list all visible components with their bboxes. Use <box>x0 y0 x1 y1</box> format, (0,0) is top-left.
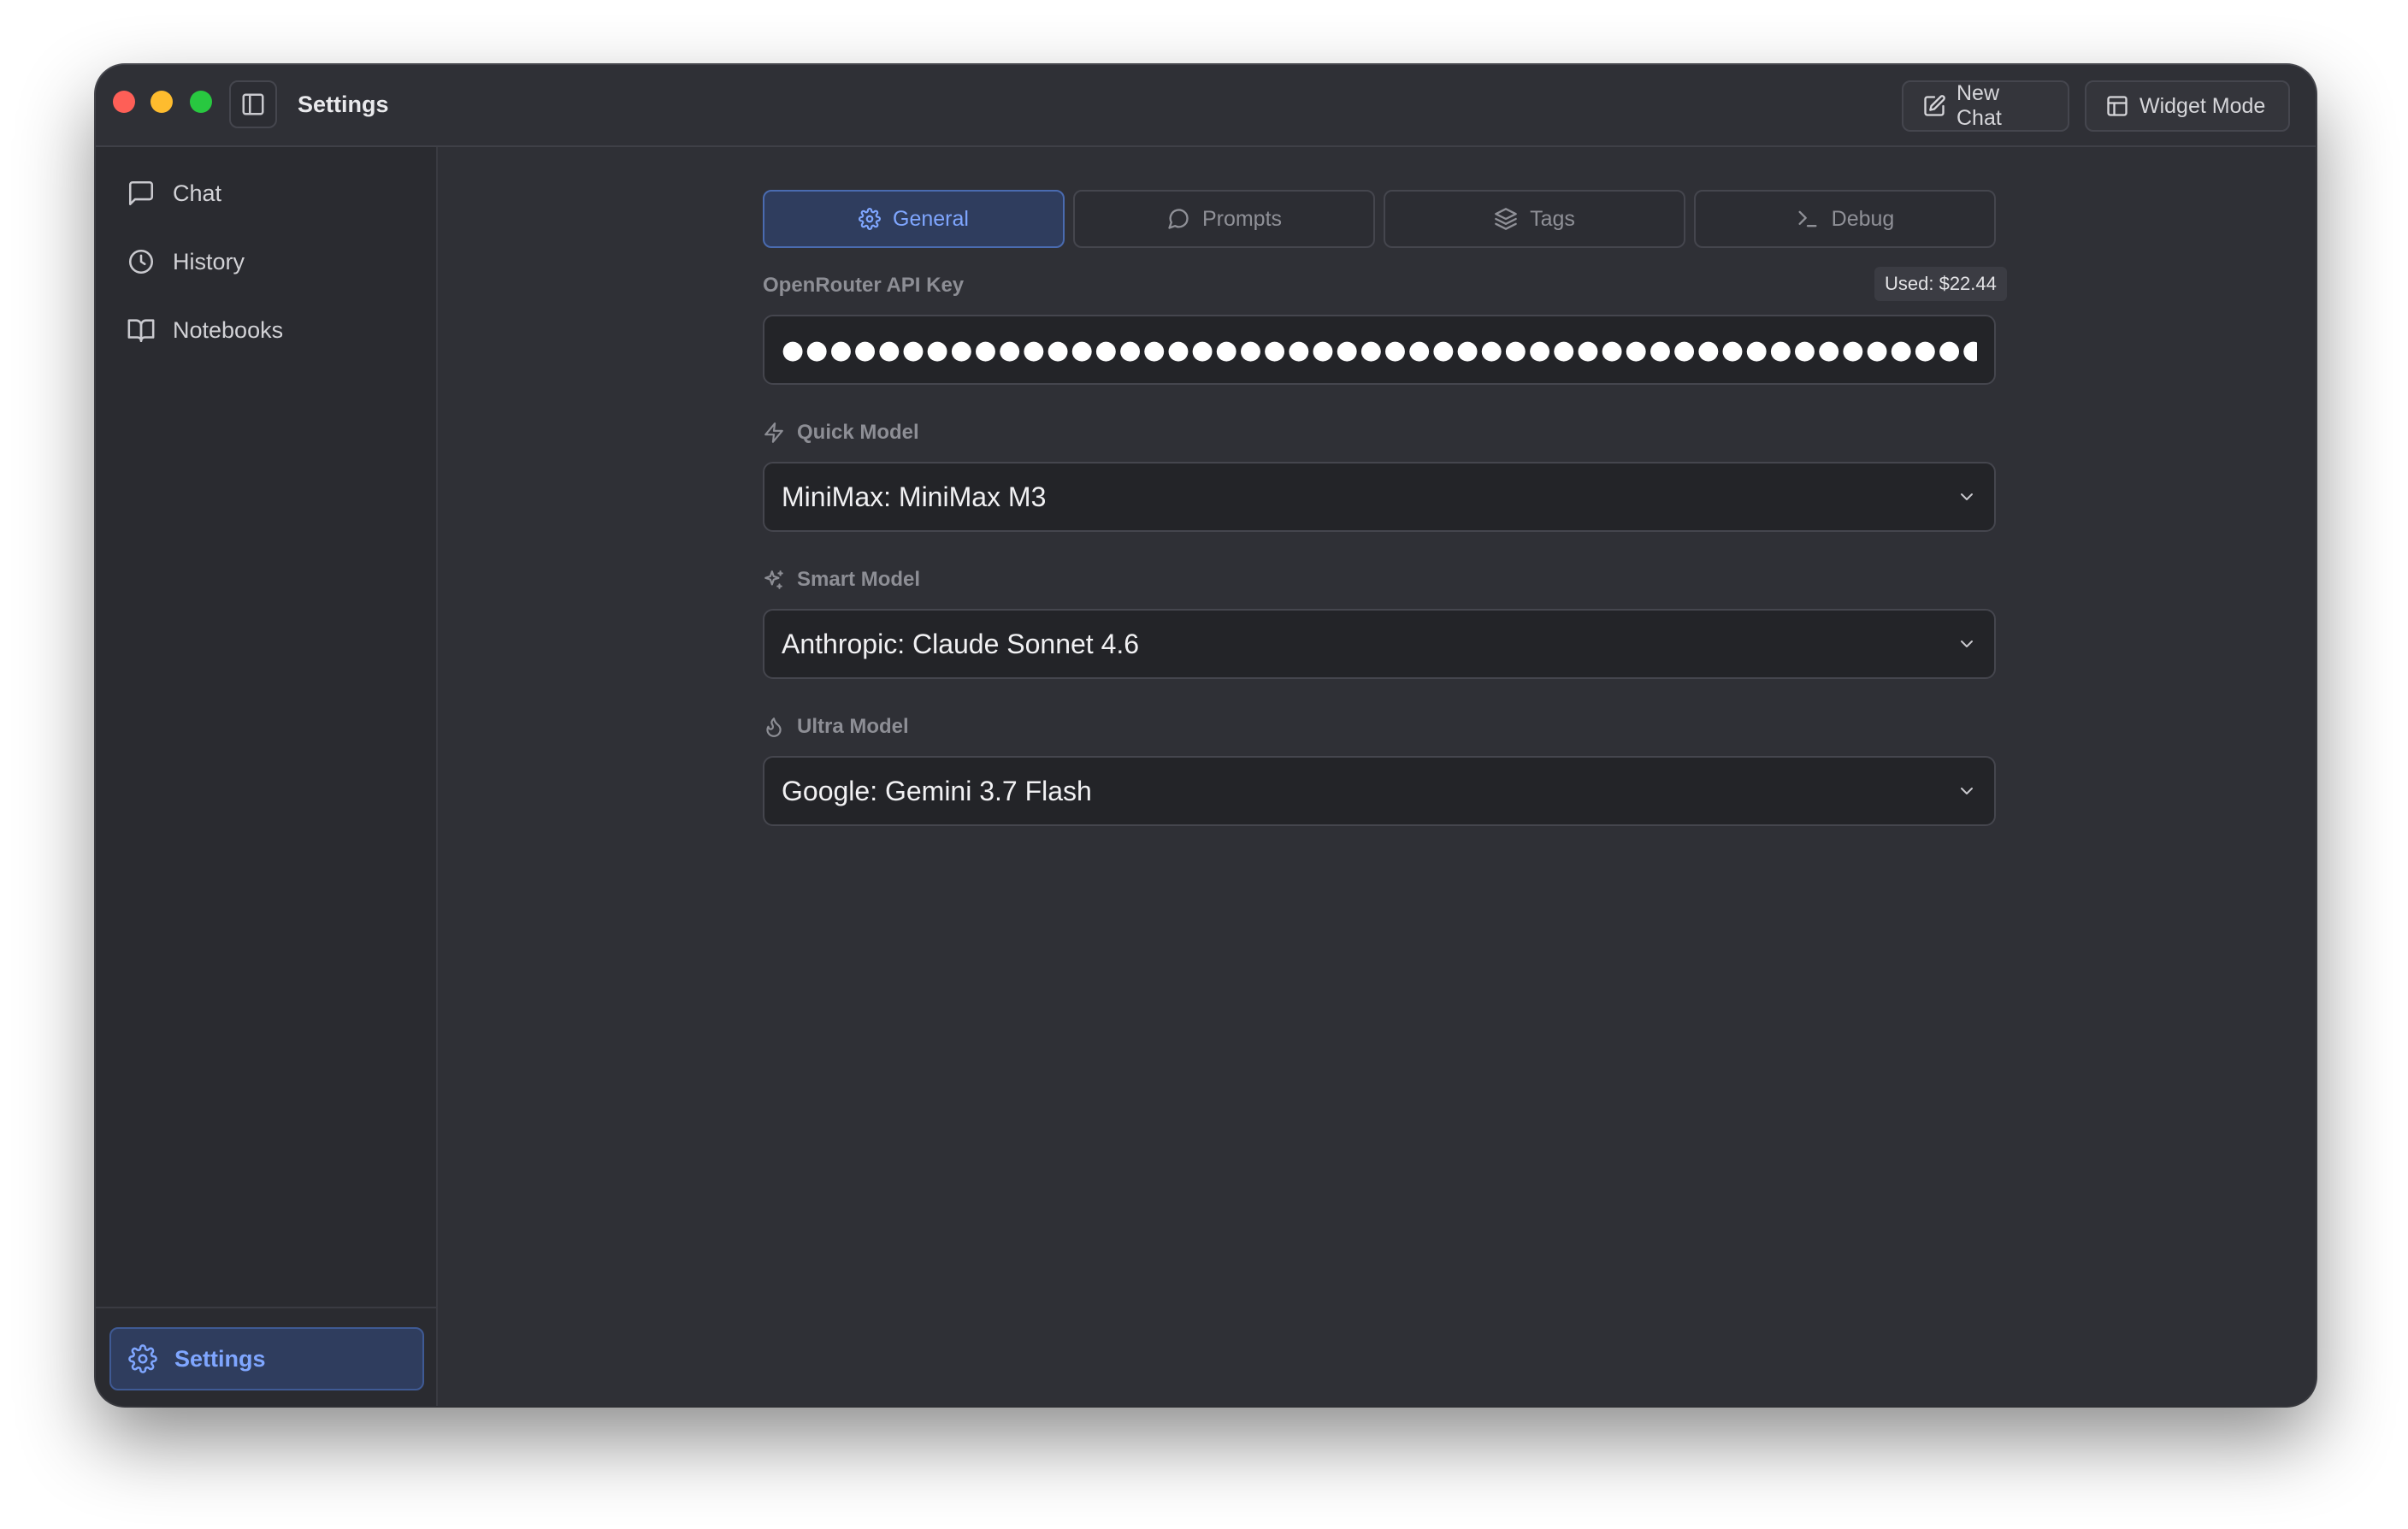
sidebar-item-label: Notebooks <box>173 316 284 343</box>
quick-model-select[interactable]: MiniMax: MiniMax M3 <box>763 462 1996 532</box>
chevron-down-icon <box>1956 487 1977 507</box>
sidebar-item-history[interactable]: History <box>109 231 424 292</box>
close-window-button[interactable] <box>113 91 135 113</box>
smart-model-label: Smart Model <box>763 568 920 592</box>
sidebar-divider <box>96 1307 436 1308</box>
sidebar-item-label: Settings <box>174 1345 266 1372</box>
zap-icon <box>763 422 785 444</box>
sparkles-icon <box>763 569 785 591</box>
widget-mode-label: Widget Mode <box>2139 93 2266 118</box>
new-chat-button[interactable]: New Chat <box>1902 80 2069 132</box>
title-bar: Settings New Chat Widget Mode <box>96 65 2316 147</box>
clock-icon <box>127 247 156 276</box>
layout-icon <box>2105 94 2129 118</box>
new-chat-label: New Chat <box>1956 81 2002 130</box>
tab-prompts[interactable]: Prompts <box>1073 190 1375 248</box>
chat-bubble-icon <box>1166 207 1190 231</box>
chevron-down-icon <box>1956 781 1977 801</box>
edit-icon <box>1922 94 1946 118</box>
terminal-icon <box>1796 207 1820 231</box>
sidebar-item-label: Chat <box>173 180 222 206</box>
quick-model-label: Quick Model <box>763 421 919 445</box>
widget-mode-button[interactable]: Widget Mode <box>2085 80 2290 132</box>
smart-model-label-text: Smart Model <box>797 568 921 591</box>
tab-debug[interactable]: Debug <box>1694 190 1996 248</box>
minimize-window-button[interactable] <box>150 91 173 113</box>
flame-icon <box>763 716 785 738</box>
book-open-icon <box>127 316 156 345</box>
smart-model-select[interactable]: Anthropic: Claude Sonnet 4.6 <box>763 609 1996 679</box>
window-title: Settings <box>298 92 389 117</box>
message-square-icon <box>127 179 156 208</box>
sidebar: Chat History Notebooks Settings <box>96 147 438 1406</box>
settings-tabs: General Prompts Tags Debug <box>763 190 1996 248</box>
tab-tags[interactable]: Tags <box>1384 190 1685 248</box>
tab-label: General <box>893 206 969 231</box>
api-key-label: OpenRouter API Key <box>763 274 965 297</box>
sidebar-item-notebooks[interactable]: Notebooks <box>109 299 424 361</box>
quick-model-label-text: Quick Model <box>797 421 919 444</box>
sidebar-toggle-button[interactable] <box>229 80 277 128</box>
ultra-model-label: Ultra Model <box>763 715 909 739</box>
ultra-model-label-text: Ultra Model <box>797 715 909 738</box>
sidebar-item-chat[interactable]: Chat <box>109 162 424 224</box>
usage-badge: Used: $22.44 <box>1874 267 2007 301</box>
tab-label: Debug <box>1831 206 1895 231</box>
ultra-model-select[interactable]: Google: Gemini 3.7 Flash <box>763 756 1996 826</box>
settings-panel: General Prompts Tags Debug OpenRouter AP… <box>440 147 2316 1406</box>
ultra-model-value: Google: Gemini 3.7 Flash <box>782 775 1092 806</box>
tab-general[interactable]: General <box>763 190 1065 248</box>
sidebar-item-settings[interactable]: Settings <box>109 1327 424 1390</box>
sidebar-item-label: History <box>173 248 245 275</box>
layers-icon <box>1494 207 1518 231</box>
maximize-window-button[interactable] <box>190 91 212 113</box>
sidebar-panel-icon <box>240 92 266 117</box>
gear-icon <box>128 1344 157 1373</box>
quick-model-value: MiniMax: MiniMax M3 <box>782 481 1047 512</box>
app-window: Settings New Chat Widget Mode Chat Histo… <box>96 65 2316 1406</box>
tab-label: Tags <box>1530 206 1575 231</box>
api-key-input[interactable] <box>763 315 1996 385</box>
chevron-down-icon <box>1956 634 1977 654</box>
smart-model-value: Anthropic: Claude Sonnet 4.6 <box>782 628 1140 659</box>
tab-label: Prompts <box>1201 206 1283 231</box>
gear-icon <box>859 208 881 230</box>
